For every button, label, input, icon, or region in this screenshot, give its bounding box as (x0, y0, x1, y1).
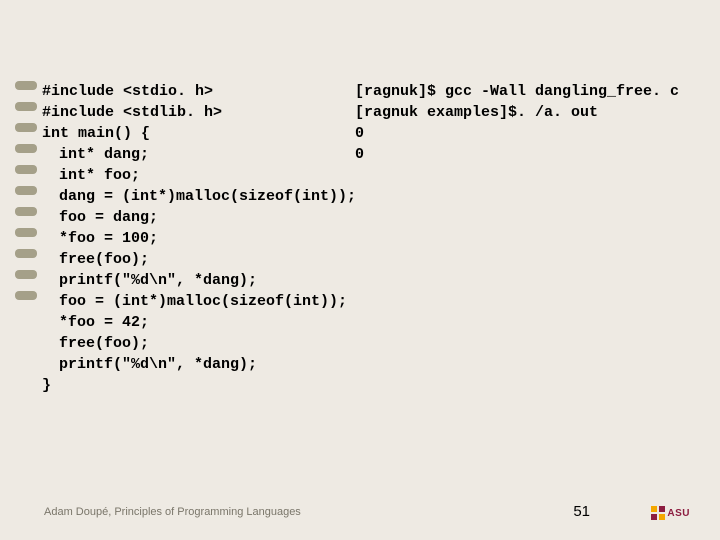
code-line: dang = (int*)malloc(sizeof(int)); (42, 186, 356, 207)
terminal-line: [ragnuk examples]$. /a. out (355, 102, 679, 123)
bullet-icon (15, 186, 37, 195)
code-line: foo = dang; (42, 207, 356, 228)
bullet-icon (15, 249, 37, 258)
code-line: int main() { (42, 123, 356, 144)
page-number: 51 (573, 503, 590, 520)
bullet-icon (15, 207, 37, 216)
terminal-line: [ragnuk]$ gcc -Wall dangling_free. c (355, 81, 679, 102)
code-line: } (42, 375, 356, 396)
terminal-line: 0 (355, 144, 679, 165)
code-line: foo = (int*)malloc(sizeof(int)); (42, 291, 356, 312)
code-line: printf("%d\n", *dang); (42, 270, 356, 291)
code-line: #include <stdlib. h> (42, 102, 356, 123)
sunburst-icon (651, 506, 665, 520)
bullet-list (15, 81, 37, 312)
footer-text: Adam Doupé, Principles of Programming La… (44, 506, 301, 518)
code-line: printf("%d\n", *dang); (42, 354, 356, 375)
terminal-line: 0 (355, 123, 679, 144)
bullet-icon (15, 228, 37, 237)
code-line: int* dang; (42, 144, 356, 165)
code-line: free(foo); (42, 333, 356, 354)
bullet-icon (15, 81, 37, 90)
code-block: #include <stdio. h>#include <stdlib. h>i… (42, 18, 356, 396)
slide: #include <stdio. h>#include <stdlib. h>i… (0, 0, 720, 540)
code-line: *foo = 100; (42, 228, 356, 249)
bullet-icon (15, 102, 37, 111)
bullet-icon (15, 291, 37, 300)
logo-text: ASU (667, 508, 690, 519)
bullet-icon (15, 270, 37, 279)
code-line: #include <stdio. h> (42, 81, 356, 102)
code-line: *foo = 42; (42, 312, 356, 333)
code-line: int* foo; (42, 165, 356, 186)
code-line: free(foo); (42, 249, 356, 270)
bullet-icon (15, 165, 37, 174)
bullet-icon (15, 123, 37, 132)
terminal-output: [ragnuk]$ gcc -Wall dangling_free. c[rag… (355, 18, 679, 165)
asu-logo: ASU (651, 506, 690, 520)
bullet-icon (15, 144, 37, 153)
